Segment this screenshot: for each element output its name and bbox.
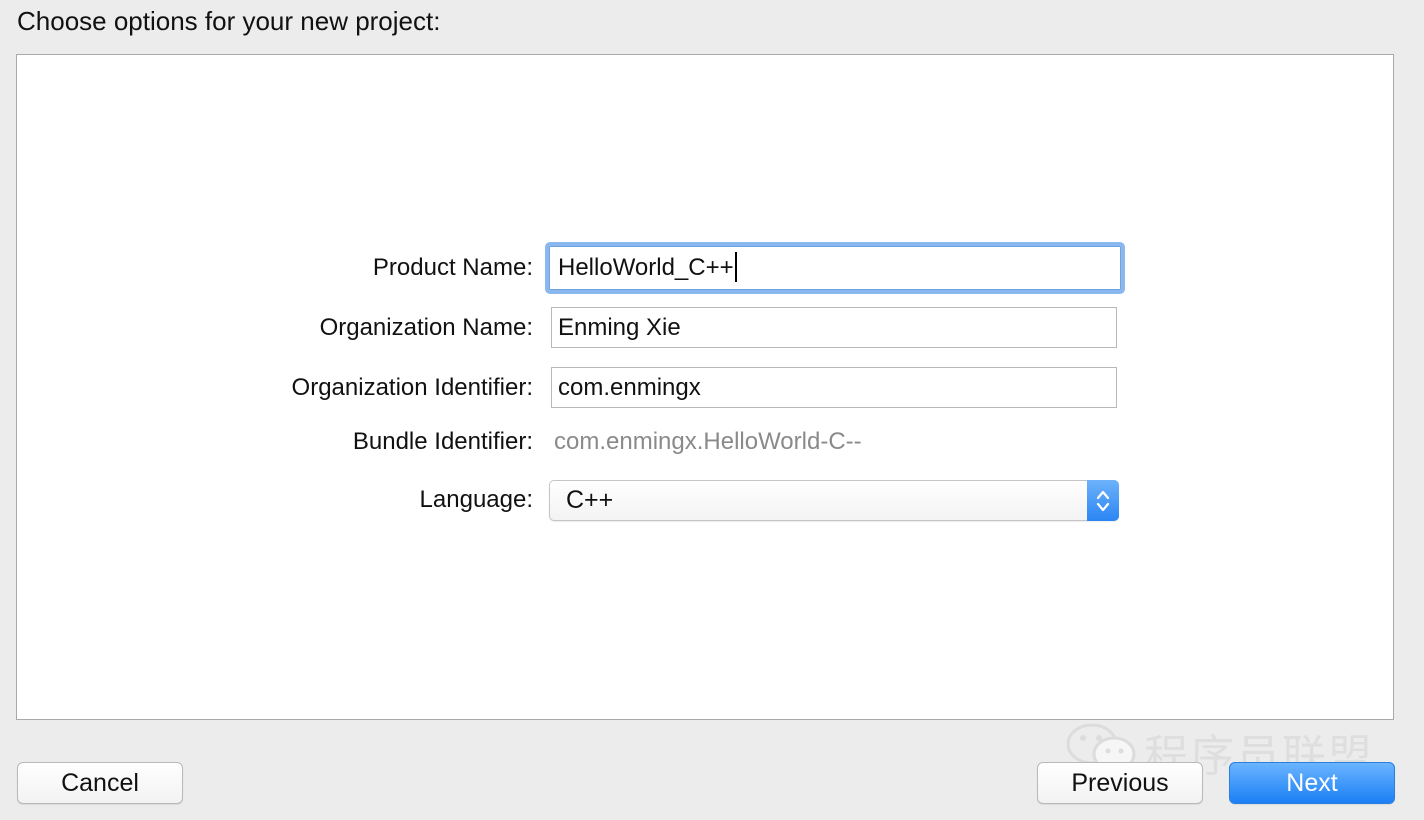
text-caret xyxy=(734,251,737,282)
language-label: Language: xyxy=(419,486,533,513)
previous-button[interactable]: Previous xyxy=(1037,762,1203,804)
next-button[interactable]: Next xyxy=(1229,762,1395,804)
organization-name-label: Organization Name: xyxy=(319,314,533,341)
organization-identifier-value: com.enmingx xyxy=(558,374,701,401)
language-select[interactable]: C++ xyxy=(549,480,1119,521)
organization-name-input[interactable]: Enming Xie xyxy=(551,307,1117,348)
organization-identifier-label: Organization Identifier: xyxy=(291,374,533,401)
cancel-button[interactable]: Cancel xyxy=(17,762,183,804)
bundle-identifier-value: com.enmingx.HelloWorld-C-- xyxy=(554,428,862,455)
product-name-input[interactable]: HelloWorld_C++ xyxy=(545,242,1125,294)
bundle-identifier-label: Bundle Identifier: xyxy=(352,428,533,455)
organization-identifier-input[interactable]: com.enmingx xyxy=(551,367,1117,408)
dialog-heading: Choose options for your new project: xyxy=(17,6,441,36)
chevron-up-down-icon[interactable] xyxy=(1087,480,1119,521)
product-name-value: HelloWorld_C++ xyxy=(558,254,734,281)
organization-name-value: Enming Xie xyxy=(558,314,681,341)
language-select-value: C++ xyxy=(566,486,614,514)
product-name-label: Product Name: xyxy=(372,254,533,281)
